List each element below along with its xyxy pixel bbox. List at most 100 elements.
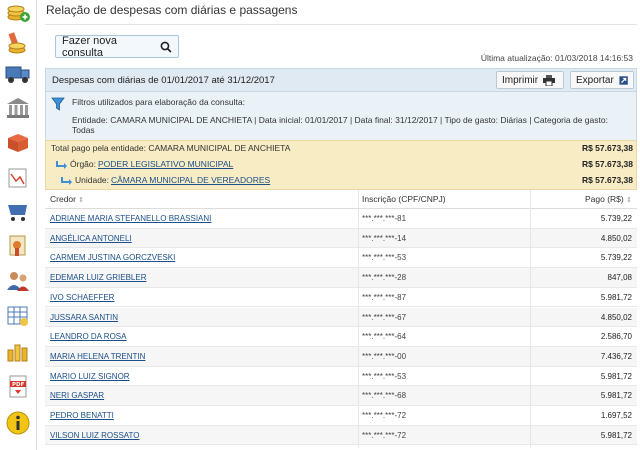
paid-value: 5.739,22: [600, 214, 632, 223]
total-entity-row: Total pago pela entidade: CAMARA MUNICIP…: [46, 141, 638, 157]
organ-prefix: Órgão:: [70, 159, 96, 169]
table-row: IVO SCHAEFFER ***.***.***-87 5.981,72: [45, 288, 637, 308]
return-arrow-icon: [61, 177, 72, 185]
filters-title: Filtros utilizados para elaboração da co…: [72, 97, 245, 107]
svg-text:PDF: PDF: [12, 382, 25, 388]
creditor-doc: ***.***.***-64: [362, 332, 407, 342]
paid-value: 847,08: [607, 273, 632, 283]
calculator-icon[interactable]: [5, 166, 31, 192]
paid-value: 4.850,02: [600, 233, 632, 243]
creditor-link[interactable]: EDEMAR LUIZ GRIEBLER: [50, 273, 146, 282]
creditor-doc: ***.***.***-68: [362, 391, 407, 401]
creditor-doc: ***.***.***-14: [362, 233, 407, 243]
table-row: MARIA HELENA TRENTIN ***.***.***-00 7.436,…: [45, 346, 637, 367]
creditor-doc: ***.***.***-72: [362, 411, 407, 420]
creditor-doc: ***.***.***-00: [362, 351, 407, 361]
report-panel: Despesas com diárias de 01/01/2017 até 3…: [45, 68, 637, 450]
print-label: Imprimir: [502, 74, 539, 86]
creditor-link[interactable]: IVO SCHAEFFER: [50, 293, 114, 302]
col-paid-header[interactable]: Pago (R$) ⇕: [585, 194, 632, 204]
paid-value: 5.739,22: [600, 253, 632, 263]
creditor-link[interactable]: CARMEM JUSTINA GORCZVESKI: [50, 253, 175, 262]
creditor-doc: ***.***.***-28: [362, 273, 407, 283]
coins-pencil-icon[interactable]: [5, 30, 31, 56]
creditor-doc: ***.***.***-67: [362, 312, 407, 322]
page-title: Relação de despesas com diárias e passag…: [46, 3, 298, 17]
shopping-cart-icon[interactable]: [5, 200, 31, 226]
paid-value: 5.981,72: [600, 371, 632, 381]
paid-value: 4.850,02: [600, 312, 632, 322]
creditor-doc: ***.***.***-53: [362, 253, 407, 263]
box-icon[interactable]: [5, 130, 31, 156]
filters-text: Entidade: CAMARA MUNICIPAL DE ANCHIETA |…: [72, 115, 608, 135]
print-button[interactable]: Imprimir: [496, 71, 564, 89]
table-row: LEANDRO DA ROSA ***.***.***-64 2.586,70: [45, 327, 637, 347]
table-row: PEDRO BENATTI ***.***.***-72 1.697,52: [45, 406, 637, 426]
table-row: ADRIANE MARIA STEFANELLO BRASSIANI ***.**…: [45, 209, 637, 229]
report-header: Despesas com diárias de 01/01/2017 até 3…: [45, 68, 637, 92]
creditor-doc: ***.***.***-87: [362, 292, 407, 302]
table-row: MARIO LUIZ SIGNOR ***.***.***-53 5.981,72: [45, 367, 637, 387]
people-icon[interactable]: [5, 268, 31, 294]
search-icon: [160, 41, 172, 53]
table-header: Credor ⇕ Inscrição (CPF/CNPJ) Pago (R$) …: [45, 190, 637, 209]
table-row: NERI GASPAR ***.***.***-68 5.981,72: [45, 386, 637, 406]
total-organ-value: R$ 57.673,38: [581, 159, 633, 169]
col-doc-header[interactable]: Inscrição (CPF/CNPJ): [362, 194, 446, 204]
spreadsheet-icon[interactable]: [5, 304, 31, 330]
truck-icon[interactable]: [5, 62, 31, 88]
column-divider: [530, 190, 531, 448]
total-unit-value: R$ 57.673,38: [581, 175, 633, 185]
paid-value: 7.436,72: [600, 351, 632, 361]
total-unit-row: Unidade: CÂMARA MUNICIPAL DE VEREADORES …: [46, 173, 638, 189]
coin-stack-icon[interactable]: [5, 340, 31, 366]
coins-add-icon[interactable]: [5, 0, 31, 26]
creditor-link[interactable]: MARIA HELENA TRENTIN: [50, 352, 145, 361]
table-row: ANGÉLICA ANTONELI ***.***.***-14 4.850,02: [45, 228, 637, 249]
creditor-doc: ***.***.***-72: [362, 430, 407, 440]
sidebar: PDF: [0, 0, 37, 450]
table-row: VILSON LUIZ ROSSATO ***.***.***-72 5.981,7…: [45, 425, 637, 446]
totals-box: Total pago pela entidade: CAMARA MUNICIP…: [45, 140, 637, 190]
report-title: Despesas com diárias de 01/01/2017 até 3…: [52, 75, 275, 86]
table-row: EDEMAR LUIZ GRIEBLER ***.***.***-28 847,08: [45, 268, 637, 288]
pdf-icon[interactable]: PDF: [5, 374, 31, 400]
paid-value: 5.981,72: [600, 391, 632, 401]
printer-icon: [543, 74, 556, 86]
creditor-link[interactable]: LEANDRO DA ROSA: [50, 332, 126, 341]
table-row: CARMEM JUSTINA GORCZVESKI ***.***.***-53 5…: [45, 248, 637, 269]
sort-icon: ⇕: [78, 197, 85, 204]
main-content: Relação de despesas com diárias e passag…: [45, 0, 637, 450]
creditor-link[interactable]: ADRIANE MARIA STEFANELLO BRASSIANI: [50, 214, 211, 223]
export-button[interactable]: Exportar: [570, 71, 634, 89]
paid-value: 5.981,72: [600, 430, 632, 440]
total-entity-label: Total pago pela entidade: CAMARA MUNICIP…: [51, 143, 291, 153]
table-row: JUSSARA SANTIN ***.***.***-67 4.850,02: [45, 307, 637, 328]
export-icon: [619, 75, 628, 85]
new-query-button[interactable]: Fazer nova consulta: [55, 34, 179, 59]
creditor-doc: ***.***.***-53: [362, 371, 407, 381]
export-label: Exportar: [576, 74, 614, 86]
col-creditor-header[interactable]: Credor ⇕: [50, 194, 84, 204]
unit-link[interactable]: CÂMARA MUNICIPAL DE VEREADORES: [111, 175, 270, 185]
creditor-link[interactable]: NERI GASPAR: [50, 391, 104, 400]
unit-prefix: Unidade:: [75, 175, 110, 185]
paid-value: 1.697,52: [600, 411, 632, 420]
info-icon[interactable]: [5, 410, 31, 436]
creditor-link[interactable]: ANGÉLICA ANTONELI: [50, 234, 132, 243]
creditor-link[interactable]: JUSSARA SANTIN: [50, 313, 118, 322]
new-query-label: Fazer nova consulta: [62, 34, 118, 59]
certificate-icon[interactable]: [5, 234, 31, 260]
title-divider: [45, 24, 637, 25]
total-organ-row: Órgão: PODER LEGISLATIVO MUNICIPAL R$ 57…: [46, 157, 638, 173]
filters-box: Filtros utilizados para elaboração da co…: [45, 92, 637, 140]
paid-value: 5.981,72: [600, 292, 632, 302]
creditor-link[interactable]: PEDRO BENATTI: [50, 411, 114, 420]
bank-icon[interactable]: [5, 96, 31, 122]
paid-value: 2.586,70: [600, 332, 632, 342]
last-update-text: Última atualização: 01/03/2018 14:16:53: [480, 53, 633, 63]
organ-link[interactable]: PODER LEGISLATIVO MUNICIPAL: [98, 159, 233, 169]
creditor-link[interactable]: VILSON LUIZ ROSSATO: [50, 431, 140, 440]
creditor-link[interactable]: MARIO LUIZ SIGNOR: [50, 372, 130, 381]
sort-icon: ⇕: [626, 197, 632, 204]
